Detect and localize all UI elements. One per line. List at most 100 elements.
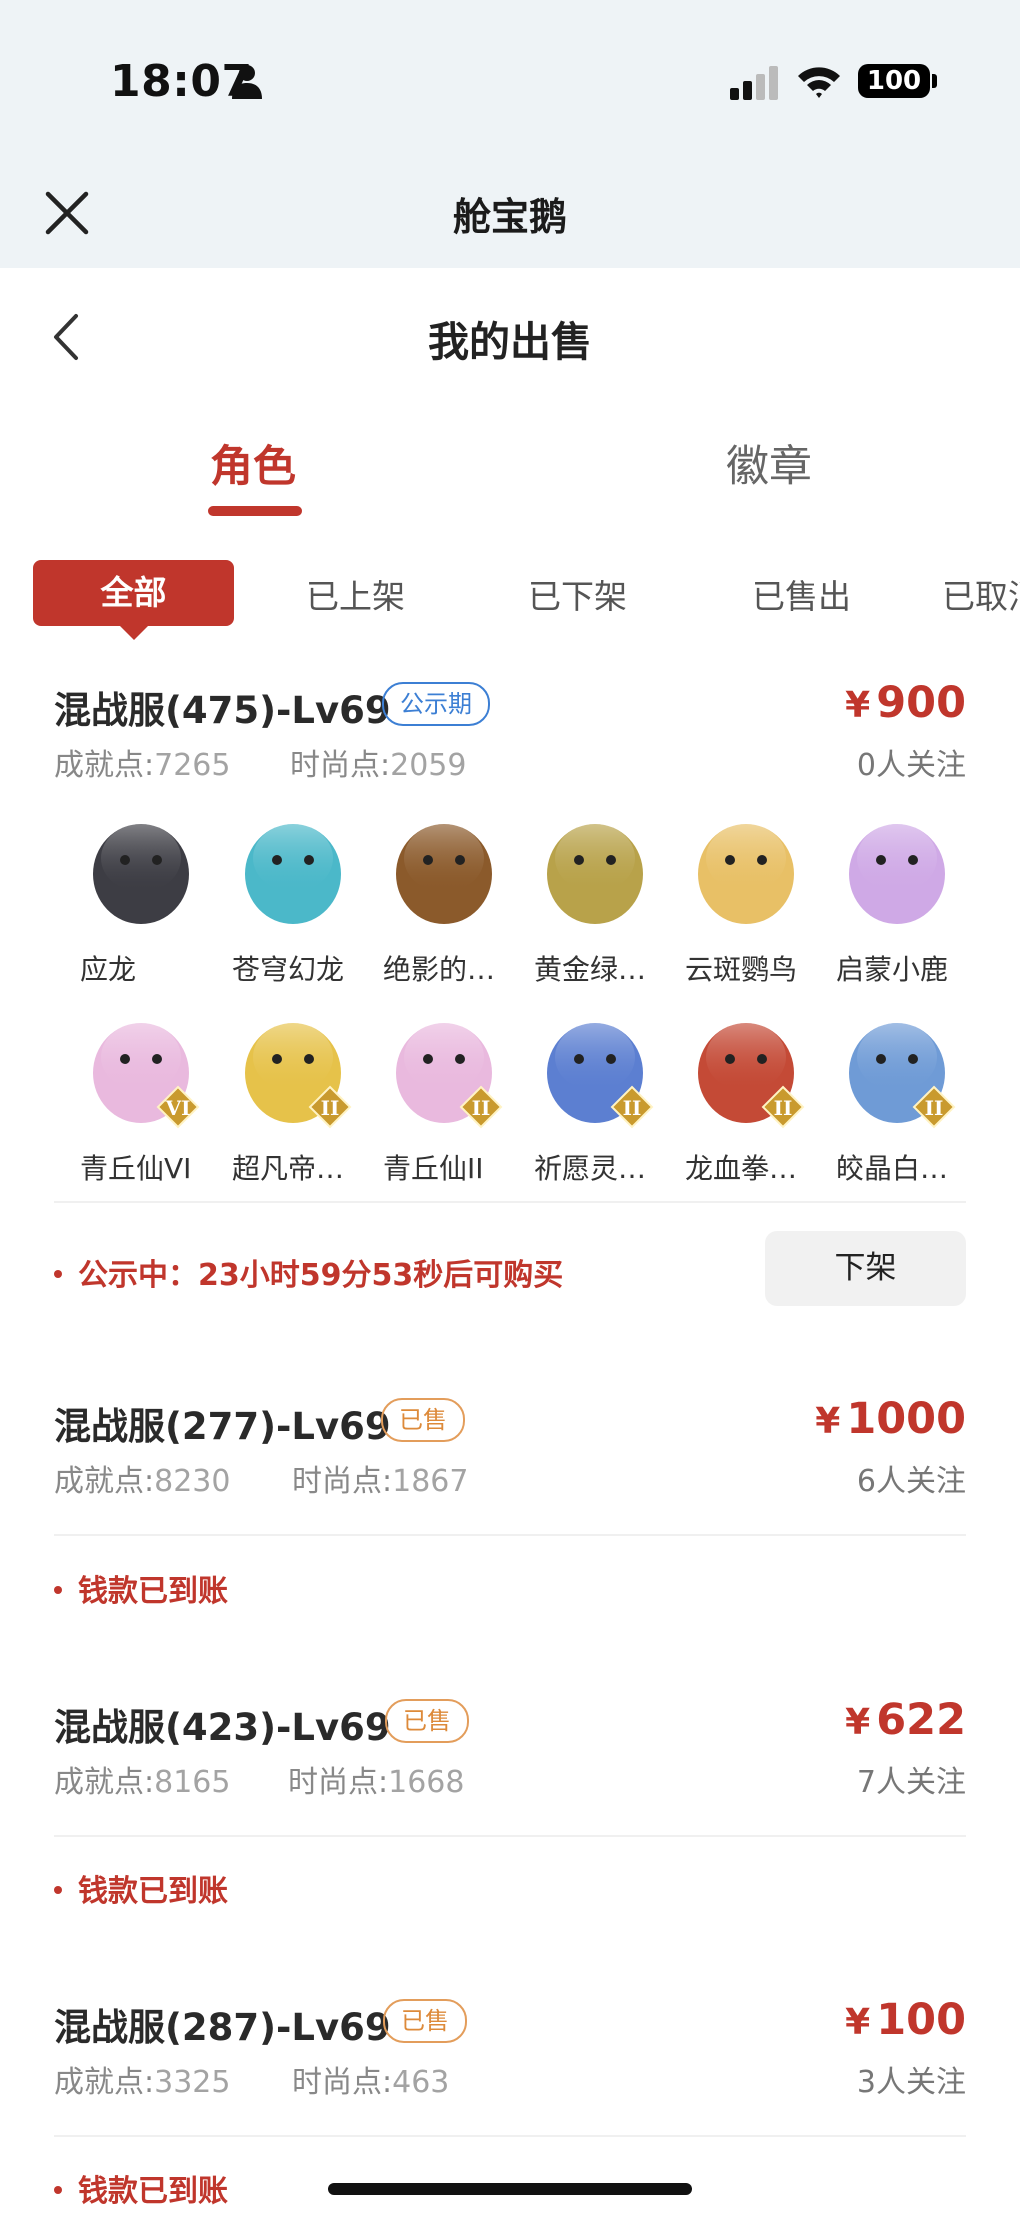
status-text: 公示中：23小时59分53秒后可购买: [78, 1258, 564, 1293]
item-name: 启蒙小鹿: [836, 953, 949, 986]
item-name: 祈愿灵…: [534, 1152, 647, 1185]
item-name: 龙血拳…: [685, 1152, 798, 1185]
fashion-value: 1668: [388, 1765, 465, 1800]
follower-count: 7人关注: [856, 1765, 966, 1800]
server-name: 混战服(423)-Lv69: [54, 1706, 391, 1749]
filter-cancelled[interactable]: 已取消: [942, 570, 1020, 618]
filter-listed[interactable]: 已上架: [306, 570, 405, 618]
battery-tip: [932, 74, 937, 88]
item-name: 黄金绿…: [534, 953, 647, 986]
server-name: 混战服(475)-Lv69: [54, 689, 391, 732]
sky-dragon-icon: [232, 808, 354, 932]
fashion-label: 时尚点:: [290, 748, 391, 783]
divider: [54, 2135, 966, 2137]
divider: [54, 1201, 966, 1203]
item-name: 云斑鹦鸟: [685, 953, 798, 986]
person-icon: [232, 65, 262, 99]
filter-sold[interactable]: 已售出: [752, 570, 851, 618]
achievement-points: 成就点:8165: [54, 1757, 230, 1801]
cellular-signal-icon: [730, 66, 778, 100]
price: ¥100: [845, 1995, 966, 2045]
listing-status: 钱款已到账: [54, 1866, 228, 1910]
divider: [54, 1534, 966, 1536]
currency-symbol: ¥: [845, 685, 871, 726]
filter-delisted[interactable]: 已下架: [528, 570, 627, 618]
achievement-value: 8165: [154, 1765, 231, 1800]
achievement-label: 成就点:: [54, 1464, 155, 1499]
item-name: 超凡帝…: [232, 1152, 345, 1185]
fox-fairy-icon: II: [383, 1007, 505, 1131]
emperor-armor-icon: II: [232, 1007, 354, 1131]
fashion-label: 时尚点:: [292, 1464, 393, 1499]
listing-card[interactable]: 混战服(475)-Lv69 公示期 ¥900 成就点:7265 时尚点:2059…: [0, 678, 1020, 1300]
currency-symbol: ¥: [845, 2002, 871, 2043]
achievement-label: 成就点:: [54, 1765, 155, 1800]
item-name: 皎晶白…: [836, 1152, 949, 1185]
status-dot: [54, 1585, 62, 1594]
achievement-points: 成就点:7265: [54, 740, 230, 784]
server-name: 混战服(287)-Lv69: [54, 2006, 391, 2049]
wifi-icon: [798, 67, 840, 98]
currency-symbol: ¥: [845, 1702, 871, 1743]
currency-symbol: ¥: [815, 1401, 841, 1442]
delist-button[interactable]: 下架: [765, 1231, 966, 1306]
svg-text:II: II: [623, 1096, 642, 1120]
active-tab-indicator: [208, 506, 302, 516]
achievement-label: 成就点:: [54, 2065, 155, 2100]
price-value: 1000: [846, 1394, 966, 1444]
svg-text:II: II: [472, 1096, 491, 1120]
listing-status: 钱款已到账: [54, 1566, 228, 1610]
achievement-value: 8230: [154, 1464, 231, 1499]
item-name: 青丘仙VI: [80, 1152, 192, 1185]
parrot-icon: [685, 808, 807, 932]
fashion-label: 时尚点:: [288, 1765, 389, 1800]
status-badge: 已售: [385, 1699, 469, 1743]
fashion-label: 时尚点:: [292, 2065, 393, 2100]
status-badge: 已售: [381, 1398, 465, 1442]
status-text: 钱款已到账: [78, 1874, 228, 1909]
fox-fairy-icon: VI: [80, 1007, 202, 1131]
price: ¥1000: [815, 1394, 966, 1444]
price-value: 900: [876, 678, 966, 728]
tab-badges[interactable]: 徽章: [726, 432, 812, 494]
listing-status: 公示中：23小时59分53秒后可购买: [54, 1250, 563, 1294]
follower-count: 0人关注: [856, 748, 966, 783]
fashion-points: 时尚点:2059: [290, 740, 466, 784]
follower-count: 3人关注: [856, 2065, 966, 2100]
fashion-value: 1867: [392, 1464, 469, 1499]
svg-text:II: II: [774, 1096, 793, 1120]
filter-active-pointer: [118, 624, 150, 640]
server-name: 混战服(277)-Lv69: [54, 1405, 391, 1448]
capybara-icon: [383, 808, 505, 932]
achievement-points: 成就点:3325: [54, 2057, 230, 2101]
filter-all[interactable]: 全部: [33, 560, 234, 626]
mantis-icon: [534, 808, 656, 932]
divider: [54, 1835, 966, 1837]
svg-text:II: II: [925, 1096, 944, 1120]
status-badge: 公示期: [382, 682, 490, 726]
item-name: 绝影的…: [383, 953, 496, 986]
bull-icon: II: [685, 1007, 807, 1131]
follower-count: 6人关注: [856, 1464, 966, 1499]
listing-status: 钱款已到账: [54, 2166, 228, 2210]
svg-text:VI: VI: [165, 1096, 191, 1120]
battery-indicator: 100: [858, 64, 930, 98]
price: ¥900: [845, 678, 966, 728]
home-indicator[interactable]: [328, 2183, 692, 2195]
achievement-value: 7265: [154, 748, 231, 783]
tab-roles[interactable]: 角色: [210, 432, 296, 494]
app-title: 舱宝鹅: [452, 195, 567, 239]
status-text: 钱款已到账: [78, 2174, 228, 2209]
item-name: 苍穹幻龙: [232, 953, 345, 986]
fashion-points: 时尚点:1668: [288, 1757, 464, 1801]
status-dot: [54, 2185, 62, 2194]
svg-text:II: II: [321, 1096, 340, 1120]
status-dot: [54, 1885, 62, 1894]
page-title: 我的出售: [428, 318, 592, 366]
status-dot: [54, 1269, 62, 1278]
status-text: 钱款已到账: [78, 1574, 228, 1609]
item-name: 青丘仙II: [383, 1152, 484, 1185]
griffin-icon: II: [534, 1007, 656, 1131]
dragon-icon: [80, 808, 202, 932]
top-area: 18:07 100 舱宝鹅: [0, 0, 1020, 268]
